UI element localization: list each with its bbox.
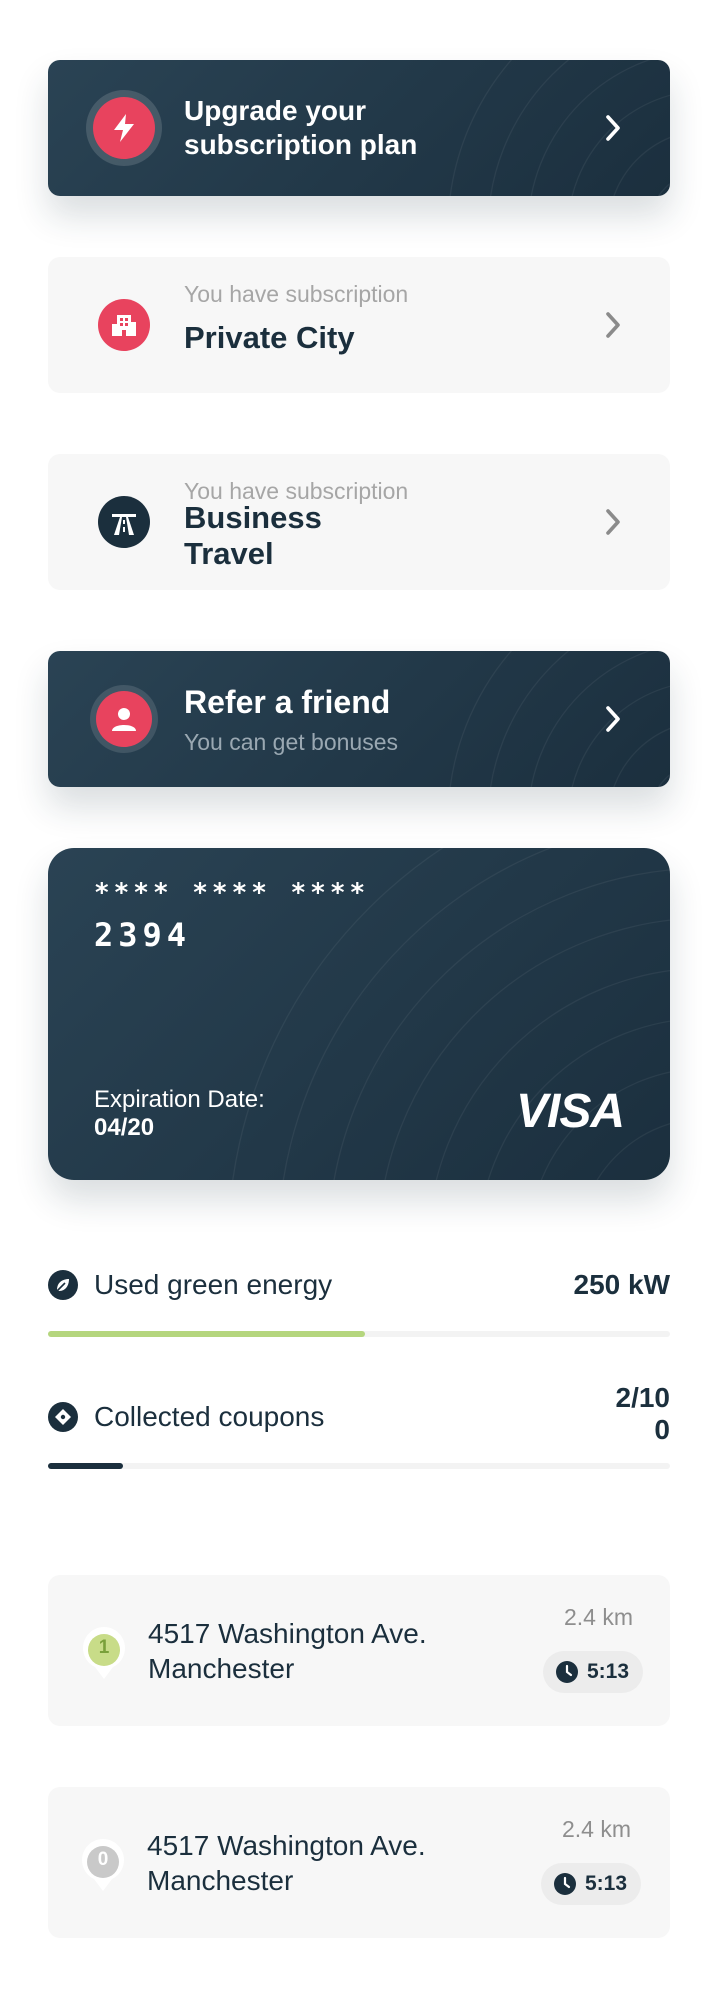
route-address-line2: Manchester bbox=[147, 1864, 294, 1896]
pin-number: 1 bbox=[98, 1637, 110, 1658]
green-energy-progress-track bbox=[48, 1331, 670, 1337]
green-energy-value: 250 kW bbox=[573, 1269, 671, 1300]
coupons-progress-track bbox=[48, 1463, 670, 1469]
route-address: 4517 Washington Ave. Manchester bbox=[148, 1617, 427, 1686]
chevron-right-icon[interactable] bbox=[598, 704, 628, 734]
private-city-title: Private City bbox=[184, 320, 355, 355]
coupons-stat: Collected coupons 2/10 0 bbox=[48, 1382, 670, 1472]
leaf-icon bbox=[56, 1279, 69, 1292]
route-address-line1: 4517 Washington Ave. bbox=[148, 1618, 427, 1649]
green-energy-progress-fill bbox=[48, 1331, 366, 1337]
card-number-last-digits: 2394 bbox=[94, 916, 192, 954]
chevron-right-icon[interactable] bbox=[598, 310, 628, 340]
map-pin-icon: 0 bbox=[77, 1835, 129, 1900]
clock-icon bbox=[555, 1661, 578, 1683]
expiration-label: Expiration Date: bbox=[94, 1086, 265, 1113]
road-icon bbox=[112, 514, 136, 535]
coupons-label: Collected coupons bbox=[94, 1401, 325, 1432]
route-address: 4517 Washington Ave. Manchester bbox=[147, 1829, 426, 1898]
refer-title: Refer a friend bbox=[184, 684, 391, 720]
route-address-line1: 4517 Washington Ave. bbox=[147, 1830, 426, 1861]
upgrade-title: Upgrade your subscription plan bbox=[184, 94, 417, 161]
payment-card[interactable]: **** **** **** 2394 Expiration Date: 04/… bbox=[48, 848, 670, 1180]
refer-friend-card[interactable]: Refer a friend You can get bonuses bbox=[48, 651, 670, 787]
route-card[interactable]: 1 4517 Washington Ave. Manchester 2.4 km… bbox=[48, 1575, 670, 1726]
business-travel-subscription-card[interactable]: You have subscription Business Travel bbox=[48, 454, 670, 590]
business-travel-title-line1: Business bbox=[184, 500, 322, 535]
leaf-icon-badge bbox=[48, 1270, 78, 1300]
coupons-value-line2: 0 bbox=[654, 1414, 670, 1446]
route-time: 5:13 bbox=[584, 1872, 627, 1895]
expiration-value: 04/20 bbox=[94, 1114, 155, 1141]
user-icon-badge bbox=[90, 685, 158, 753]
road-icon-badge bbox=[98, 496, 150, 548]
building-icon bbox=[112, 315, 136, 336]
route-time-pill: 5:13 bbox=[540, 1863, 641, 1905]
business-travel-title-line2: Travel bbox=[184, 535, 274, 571]
chevron-right-icon[interactable] bbox=[598, 113, 628, 143]
coupons-value-line1: 2/10 bbox=[615, 1382, 671, 1413]
card-number-masked: **** **** **** bbox=[94, 878, 370, 908]
ticket-icon-badge bbox=[48, 1402, 78, 1432]
business-travel-title: Business Travel bbox=[184, 500, 322, 571]
lightning-icon bbox=[114, 114, 134, 142]
route-address-line2: Manchester bbox=[148, 1652, 295, 1684]
upgrade-title-line2: subscription plan bbox=[184, 128, 418, 160]
route-distance: 2.4 km bbox=[561, 1816, 631, 1842]
private-city-subscription-card[interactable]: You have subscription Private City bbox=[48, 257, 670, 393]
private-city-subtitle: You have subscription bbox=[184, 281, 409, 307]
route-card[interactable]: 0 4517 Washington Ave. Manchester 2.4 km… bbox=[48, 1787, 670, 1938]
upgrade-subscription-card[interactable]: Upgrade your subscription plan bbox=[48, 60, 670, 196]
map-pin-icon: 1 bbox=[78, 1623, 130, 1688]
clock-icon bbox=[553, 1873, 576, 1895]
refer-subtitle: You can get bonuses bbox=[184, 729, 398, 755]
green-energy-label: Used green energy bbox=[94, 1269, 333, 1300]
chevron-right-icon[interactable] bbox=[598, 507, 628, 537]
route-time: 5:13 bbox=[586, 1660, 629, 1683]
pin-number: 0 bbox=[97, 1849, 109, 1870]
green-energy-stat: Used green energy 250 kW bbox=[48, 1268, 670, 1342]
visa-logo: VISA bbox=[515, 1085, 625, 1138]
user-icon bbox=[112, 708, 136, 731]
route-distance: 2.4 km bbox=[563, 1604, 633, 1630]
coupons-progress-fill bbox=[48, 1463, 123, 1469]
building-icon-badge bbox=[98, 299, 150, 351]
lightning-icon-badge bbox=[86, 90, 162, 166]
upgrade-title-line1: Upgrade your bbox=[184, 95, 367, 126]
coupons-value: 2/10 0 bbox=[616, 1382, 671, 1446]
route-time-pill: 5:13 bbox=[542, 1651, 643, 1693]
ticket-icon bbox=[55, 1409, 71, 1425]
